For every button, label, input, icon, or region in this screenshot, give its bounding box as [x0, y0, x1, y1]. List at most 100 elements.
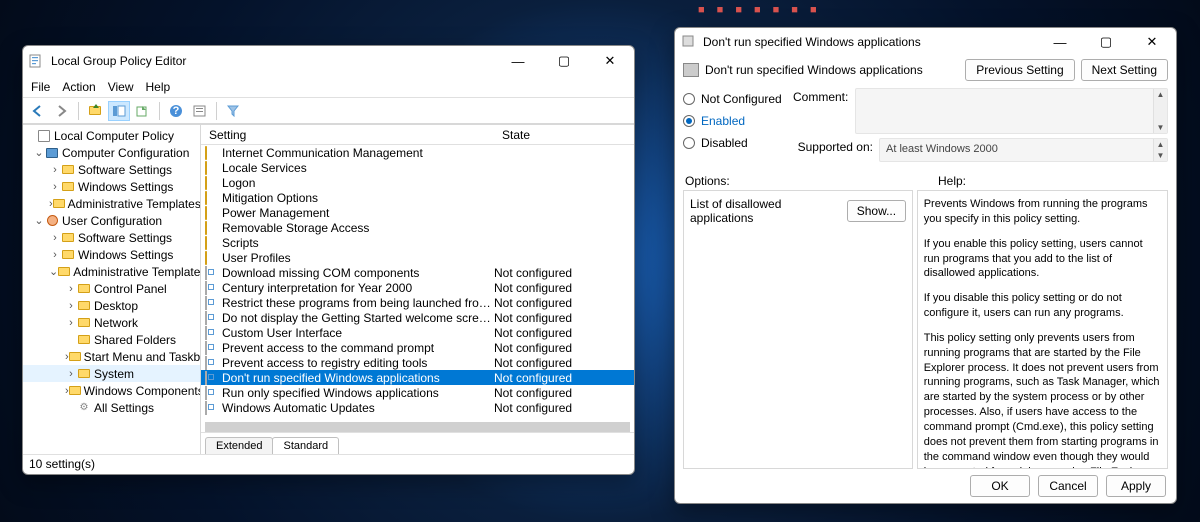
list-item-state: Not configured [494, 401, 634, 415]
tree-shared-folders[interactable]: Shared Folders [94, 333, 176, 347]
tree-cc-windows[interactable]: Windows Settings [78, 180, 173, 194]
tree-system[interactable]: System [94, 367, 134, 381]
list-header[interactable]: Setting State [201, 125, 634, 145]
tree-desktop[interactable]: Desktop [94, 299, 138, 313]
setting-icon [205, 297, 219, 308]
tree-view[interactable]: ▸Local Computer Policy ⌄Computer Configu… [23, 125, 201, 454]
tab-standard[interactable]: Standard [272, 437, 339, 454]
policy-close-button[interactable]: ✕ [1138, 31, 1166, 53]
tree-computer-config[interactable]: Computer Configuration [62, 146, 189, 160]
comment-textbox[interactable]: ▲▼ [855, 88, 1168, 134]
list-body[interactable]: Internet Communication ManagementLocale … [201, 145, 634, 420]
menu-file[interactable]: File [31, 80, 50, 94]
previous-setting-button[interactable]: Previous Setting [965, 59, 1074, 81]
horizontal-scrollbar[interactable] [205, 422, 630, 432]
tree-uc-software[interactable]: Software Settings [78, 231, 172, 245]
help-label: Help: [938, 174, 966, 188]
folder-icon [205, 252, 219, 263]
policy-titlebar[interactable]: Don't run specified Windows applications… [675, 28, 1176, 56]
tree-cc-software[interactable]: Software Settings [78, 163, 172, 177]
cancel-button[interactable]: Cancel [1038, 475, 1098, 497]
radio-enabled[interactable] [683, 115, 695, 127]
list-item-state: Not configured [494, 386, 634, 400]
minimize-button[interactable]: — [504, 50, 532, 72]
tree-all-settings[interactable]: All Settings [94, 401, 154, 415]
tree-control-panel[interactable]: Control Panel [94, 282, 167, 296]
up-button[interactable] [84, 101, 106, 121]
forward-button[interactable] [51, 101, 73, 121]
list-folder[interactable]: Scripts [201, 235, 634, 250]
list-setting[interactable]: Do not display the Getting Started welco… [201, 310, 634, 325]
list-setting[interactable]: Run only specified Windows applicationsN… [201, 385, 634, 400]
next-setting-button[interactable]: Next Setting [1081, 59, 1168, 81]
list-item-state: Not configured [494, 311, 634, 325]
titlebar[interactable]: Local Group Policy Editor — ▢ ✕ [23, 46, 634, 76]
list-item-label: Run only specified Windows applications [222, 386, 494, 400]
help-pane[interactable]: Prevents Windows from running the progra… [917, 190, 1168, 469]
options-pane: List of disallowed applications Show... [683, 190, 913, 469]
list-setting[interactable]: Restrict these programs from being launc… [201, 295, 634, 310]
list-item-label: Removable Storage Access [222, 221, 494, 235]
window-title: Local Group Policy Editor [51, 54, 504, 68]
list-folder[interactable]: Locale Services [201, 160, 634, 175]
folder-icon [205, 207, 219, 218]
list-setting[interactable]: Century interpretation for Year 2000Not … [201, 280, 634, 295]
col-setting[interactable]: Setting [201, 125, 494, 144]
list-item-label: Mitigation Options [222, 191, 494, 205]
tree-uc-admin[interactable]: Administrative Templates [73, 265, 201, 279]
ok-button[interactable]: OK [970, 475, 1030, 497]
list-setting[interactable]: Don't run specified Windows applications… [201, 370, 634, 385]
apply-button[interactable]: Apply [1106, 475, 1166, 497]
gpedit-window: Local Group Policy Editor — ▢ ✕ File Act… [22, 45, 635, 475]
list-folder[interactable]: User Profiles [201, 250, 634, 265]
radio-not-configured[interactable] [683, 93, 695, 105]
comment-scrollbar[interactable]: ▲▼ [1153, 89, 1167, 133]
list-folder[interactable]: Logon [201, 175, 634, 190]
tree-start-menu-taskbar[interactable]: Start Menu and Taskbar [84, 350, 201, 364]
tree-cc-admin[interactable]: Administrative Templates [68, 197, 201, 211]
policy-heading: Don't run specified Windows applications [705, 63, 959, 77]
tree-network[interactable]: Network [94, 316, 138, 330]
tab-extended[interactable]: Extended [205, 437, 273, 454]
split-pane: ▸Local Computer Policy ⌄Computer Configu… [23, 124, 634, 454]
list-item-state: Not configured [494, 326, 634, 340]
list-folder[interactable]: Internet Communication Management [201, 145, 634, 160]
menu-action[interactable]: Action [62, 80, 95, 94]
tree-windows-components[interactable]: Windows Components [84, 384, 201, 398]
folder-icon [205, 237, 219, 248]
supported-scrollbar[interactable]: ▲▼ [1153, 139, 1167, 161]
export-button[interactable] [132, 101, 154, 121]
show-hide-tree-button[interactable] [108, 101, 130, 121]
back-button[interactable] [27, 101, 49, 121]
list-setting[interactable]: Prevent access to the command promptNot … [201, 340, 634, 355]
list-folder[interactable]: Mitigation Options [201, 190, 634, 205]
col-state[interactable]: State [494, 125, 634, 144]
policy-maximize-button[interactable]: ▢ [1092, 31, 1120, 53]
tree-root[interactable]: Local Computer Policy [54, 129, 174, 143]
menu-help[interactable]: Help [146, 80, 171, 94]
list-folder[interactable]: Power Management [201, 205, 634, 220]
help-button[interactable]: ? [165, 101, 187, 121]
list-item-label: Power Management [222, 206, 494, 220]
list-setting[interactable]: Windows Automatic UpdatesNot configured [201, 400, 634, 415]
menu-view[interactable]: View [108, 80, 134, 94]
list-item-state: Not configured [494, 266, 634, 280]
list-item-label: Prevent access to the command prompt [222, 341, 494, 355]
show-list-button[interactable]: Show... [847, 200, 906, 222]
setting-icon [205, 372, 219, 383]
radio-disabled[interactable] [683, 137, 695, 149]
tree-user-config[interactable]: User Configuration [62, 214, 162, 228]
list-folder[interactable]: Removable Storage Access [201, 220, 634, 235]
tree-uc-windows[interactable]: Windows Settings [78, 248, 173, 262]
maximize-button[interactable]: ▢ [550, 50, 578, 72]
setting-icon [205, 327, 219, 338]
close-button[interactable]: ✕ [596, 50, 624, 72]
supported-label: Supported on: [793, 138, 873, 154]
list-setting[interactable]: Download missing COM componentsNot confi… [201, 265, 634, 280]
list-item-label: Locale Services [222, 161, 494, 175]
filter-button[interactable] [222, 101, 244, 121]
list-setting[interactable]: Prevent access to registry editing tools… [201, 355, 634, 370]
properties-button[interactable] [189, 101, 211, 121]
policy-minimize-button[interactable]: — [1046, 31, 1074, 53]
list-setting[interactable]: Custom User InterfaceNot configured [201, 325, 634, 340]
